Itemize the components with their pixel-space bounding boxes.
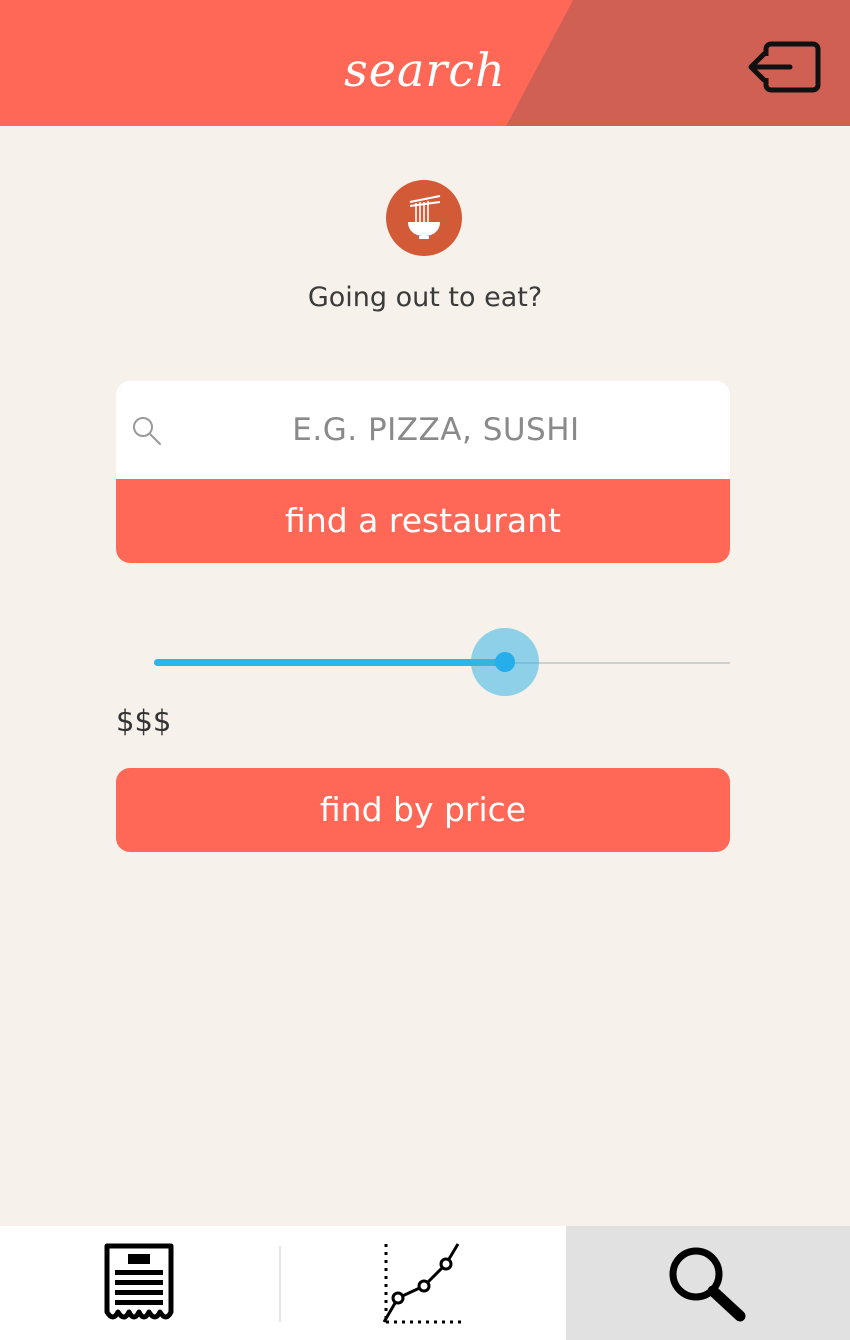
page-title: search: [344, 43, 506, 97]
search-row: [116, 381, 730, 479]
logout-icon: [748, 41, 821, 93]
search-input[interactable]: [176, 405, 696, 455]
app-logo: [386, 180, 462, 256]
app-header: search: [0, 0, 850, 126]
price-level-label: $$$: [116, 704, 172, 738]
nav-divider: [279, 1246, 281, 1322]
find-restaurant-button[interactable]: find a restaurant: [116, 479, 730, 563]
tab-search[interactable]: [566, 1226, 850, 1340]
price-slider-fill: [154, 659, 506, 666]
receipt-icon: [104, 1243, 174, 1320]
tagline: Going out to eat?: [307, 282, 543, 313]
search-icon: [669, 1247, 746, 1322]
logout-button[interactable]: [746, 40, 822, 96]
search-card: find a restaurant: [116, 381, 730, 563]
noodle-bowl-icon: [408, 195, 441, 239]
search-icon: [133, 417, 161, 445]
bottom-nav: [0, 1226, 850, 1340]
line-chart-icon: [382, 1243, 462, 1324]
tab-stats[interactable]: [282, 1226, 566, 1340]
tab-receipts[interactable]: [0, 1226, 280, 1340]
find-by-price-button[interactable]: find by price: [116, 768, 730, 852]
